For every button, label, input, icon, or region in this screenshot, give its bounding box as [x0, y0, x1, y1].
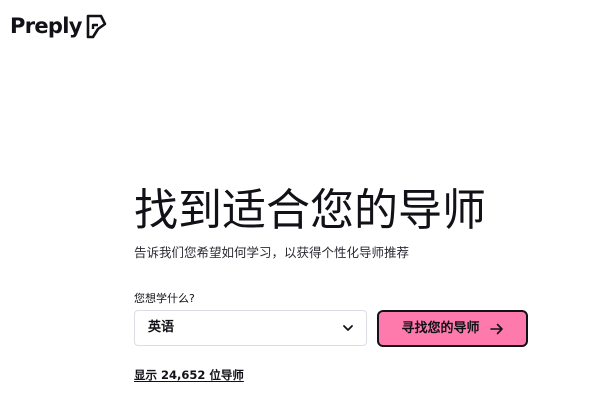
arrow-right-icon	[489, 323, 503, 334]
find-tutor-button-label: 寻找您的导师	[401, 320, 480, 336]
find-tutor-button[interactable]: 寻找您的导师	[377, 310, 528, 347]
page-subtitle: 告诉我们您希望如何学习，以获得个性化导师推荐	[134, 245, 410, 260]
show-tutors-link[interactable]: 显示 24,652 位导师	[134, 367, 244, 383]
hero-section: 找到适合您的导师 告诉我们您希望如何学习，以获得个性化导师推荐	[134, 180, 574, 262]
subject-select-value: 英语	[148, 320, 175, 335]
brand-logo-text[interactable]: Preply	[10, 12, 82, 40]
chevron-down-icon	[343, 325, 353, 331]
subject-select[interactable]: 英语	[134, 310, 367, 346]
site-header: Preply	[10, 12, 108, 40]
subject-field-label: 您想学什么?	[134, 292, 195, 305]
page-title: 找到适合您的导师	[134, 185, 486, 236]
preply-logo-mark-icon[interactable]	[84, 13, 108, 39]
